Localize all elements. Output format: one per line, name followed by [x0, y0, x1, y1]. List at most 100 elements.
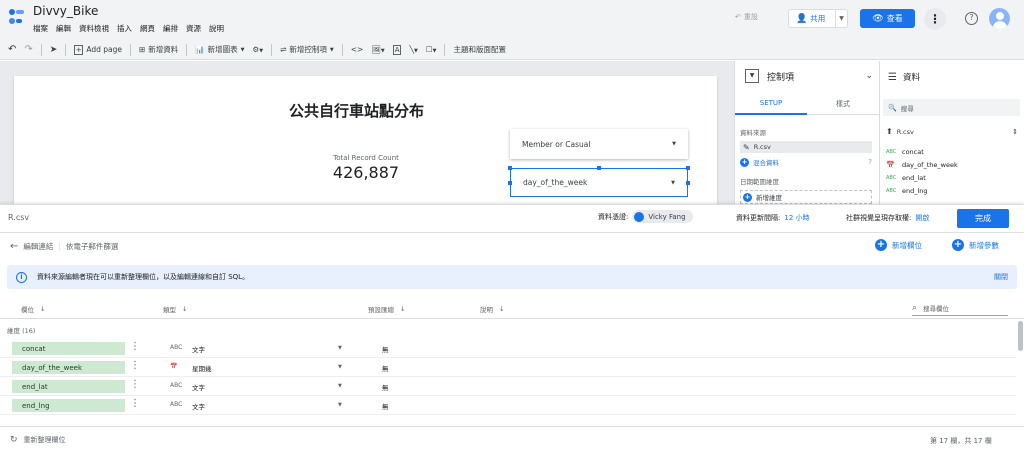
table-row[interactable]: day_of_the_week ⋮ 📅 星期幾 ▼ 無 — [0, 358, 1016, 377]
add-data-button[interactable]: ⊞ 新增資料 — [139, 44, 178, 55]
resize-handle[interactable] — [508, 166, 512, 170]
filter-by-email-link[interactable]: 依電子郵件篩選 — [66, 241, 119, 252]
chevron-down-icon[interactable]: ⌄ — [865, 71, 873, 81]
report-heading[interactable]: 公共自行車站點分布 — [289, 100, 424, 121]
reset-button[interactable]: ↶ 重設 — [735, 12, 758, 22]
search-fields-input[interactable]: ⌕ 搜尋欄位 — [912, 300, 1008, 316]
owner-chip[interactable]: Vicky Fang — [632, 210, 693, 223]
menu-item[interactable]: 編排 — [163, 23, 178, 34]
field-name-chip[interactable]: day_of_the_week — [12, 361, 125, 374]
field-aggregation[interactable]: 無 — [382, 382, 389, 392]
column-header-field[interactable]: 欄位 ↓ — [21, 304, 45, 314]
image-icon[interactable]: 🖼▼ — [371, 45, 384, 54]
help-icon[interactable]: ? — [868, 158, 872, 166]
report-title[interactable]: Divvy_Bike — [33, 4, 98, 18]
column-header-type[interactable]: 類型 ↓ — [163, 304, 187, 314]
blend-data-button[interactable]: + 混合資料 ? — [740, 157, 872, 167]
member-dropdown-control[interactable]: Member or Casual ▼ — [510, 129, 688, 159]
more-options-icon[interactable]: ⋮ — [130, 360, 140, 371]
table-row[interactable]: concat ⋮ ABC 文字 ▼ 無 — [0, 339, 1016, 358]
resize-handle[interactable] — [686, 181, 690, 185]
more-options-icon[interactable]: ⋮ — [130, 341, 140, 352]
chevron-down-icon[interactable]: ▼ — [338, 383, 342, 389]
tab-setup[interactable]: SETUP — [735, 93, 807, 115]
resize-handle[interactable] — [508, 181, 512, 185]
datasource-chip[interactable]: ✎ R.csv — [740, 141, 872, 153]
divider — [0, 232, 1024, 233]
table-row[interactable]: end_lng ⋮ ABC 文字 ▼ 無 — [0, 396, 1016, 415]
community-access-link[interactable]: 開啟 — [915, 213, 929, 223]
scrollbar[interactable] — [1018, 321, 1023, 351]
field-item[interactable]: ABC end_lat — [886, 171, 958, 184]
back-arrow-icon[interactable]: ← — [10, 241, 18, 252]
field-name-chip[interactable]: end_lng — [12, 399, 125, 412]
refresh-interval-link[interactable]: 12 小時 — [784, 213, 809, 223]
avatar[interactable] — [989, 8, 1010, 29]
chevron-down-icon[interactable]: ▼ — [338, 345, 342, 351]
share-button[interactable]: 👤 共用 ▼ — [788, 9, 848, 28]
edit-connection-link[interactable]: 編輯連結 — [23, 241, 53, 252]
toolbar: ↶ ↷ ➤ + Add page ⊞ 新增資料 📊 新增圖表 ▼ ⚙▼ ⇌ 新增控制項 ▼ … — [0, 40, 1024, 60]
add-control-button[interactable]: ⇌ 新增控制項 ▼ — [280, 44, 334, 55]
menu-item[interactable]: 網頁 — [140, 23, 155, 34]
scorecard-value[interactable]: 426,887 — [316, 163, 416, 182]
menu-bar: 檔案 編輯 資料檢視 插入 網頁 編排 資源 說明 — [33, 23, 224, 34]
text-icon[interactable]: A — [392, 44, 402, 55]
help-icon[interactable]: ? — [965, 12, 978, 25]
more-options-icon[interactable]: ⋮ — [130, 379, 140, 390]
menu-item[interactable]: 編輯 — [56, 23, 71, 34]
add-page-button[interactable]: + Add page — [74, 44, 122, 55]
add-chart-button[interactable]: 📊 新增圖表 ▼ — [195, 44, 244, 55]
menu-item[interactable]: 插入 — [117, 23, 132, 34]
field-type[interactable]: 文字 — [192, 344, 205, 354]
field-item[interactable]: 📅 day_of_the_week — [886, 158, 958, 171]
code-icon[interactable]: <> — [351, 45, 364, 54]
undo-icon[interactable]: ↶ — [8, 44, 16, 55]
dismiss-banner-button[interactable]: 關閉 — [994, 272, 1008, 282]
more-options-icon[interactable]: ⋮ — [924, 8, 946, 30]
add-person-icon: 👤 — [796, 13, 808, 24]
resize-handle[interactable] — [686, 166, 690, 170]
redo-icon[interactable]: ↷ — [24, 44, 32, 55]
field-name-chip[interactable]: end_lat — [12, 380, 125, 393]
done-button[interactable]: 完成 — [957, 209, 1009, 228]
field-type[interactable]: 文字 — [192, 401, 205, 411]
field-type[interactable]: 星期幾 — [192, 363, 212, 373]
field-item[interactable]: ABC end_lng — [886, 184, 958, 197]
chevron-down-icon[interactable]: ▼ — [338, 364, 342, 370]
field-item[interactable]: ABC concat — [886, 145, 958, 158]
view-button[interactable]: 👁 查看 — [860, 9, 915, 28]
share-dropdown-icon[interactable]: ▼ — [835, 10, 847, 27]
select-cursor-icon[interactable]: ➤ — [50, 45, 58, 55]
field-type[interactable]: 文字 — [192, 382, 205, 392]
add-parameter-button[interactable]: + 新增參數 — [952, 239, 999, 251]
community-viz-icon[interactable]: ⚙▼ — [252, 45, 263, 54]
shape-icon[interactable]: ☐▼ — [426, 45, 437, 54]
add-dimension-button[interactable]: + 新增維度 — [740, 190, 872, 204]
field-name-chip[interactable]: concat — [12, 342, 125, 355]
collapse-icon[interactable]: ⇕ — [1012, 128, 1018, 136]
theme-layout-button[interactable]: 主題和版面配置 — [453, 44, 506, 55]
line-icon[interactable]: ╲▼ — [409, 45, 417, 54]
menu-item[interactable]: 說明 — [209, 23, 224, 34]
looker-studio-logo[interactable] — [8, 8, 26, 26]
more-options-icon[interactable]: ⋮ — [130, 398, 140, 409]
column-header-aggregation[interactable]: 預設匯總 ↓ — [368, 304, 405, 314]
menu-item[interactable]: 資源 — [186, 23, 201, 34]
field-aggregation[interactable]: 無 — [382, 363, 389, 373]
day-dropdown-control[interactable]: day_of_the_week ▼ — [510, 168, 688, 197]
tab-style[interactable]: 樣式 — [807, 99, 879, 109]
datasource-item[interactable]: ⬆ R.csv ⇕ — [886, 127, 1018, 136]
resize-handle[interactable] — [597, 166, 601, 170]
field-aggregation[interactable]: 無 — [382, 344, 389, 354]
menu-item[interactable]: 檔案 — [33, 23, 48, 34]
menu-item[interactable]: 資料檢視 — [79, 23, 109, 34]
search-input[interactable]: 🔍 搜尋 — [883, 99, 1020, 116]
table-row[interactable]: end_lat ⋮ ABC 文字 ▼ 無 — [0, 377, 1016, 396]
column-header-description[interactable]: 說明 ↓ — [480, 304, 504, 314]
refresh-fields-button[interactable]: ↻ 重新整理欄位 — [10, 435, 66, 445]
report-page[interactable]: 公共自行車站點分布 Total Record Count 426,887 Mem… — [14, 76, 717, 206]
field-aggregation[interactable]: 無 — [382, 401, 389, 411]
chevron-down-icon[interactable]: ▼ — [338, 402, 342, 408]
add-field-button[interactable]: + 新增欄位 — [875, 239, 922, 251]
